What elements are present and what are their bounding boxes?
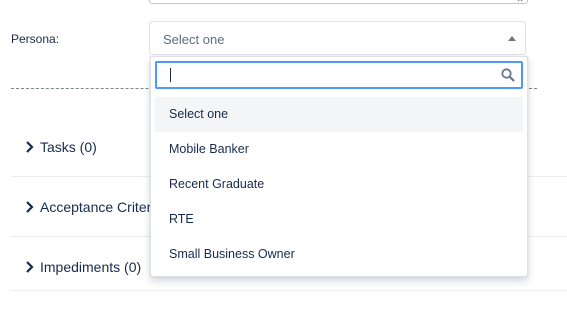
chevron-right-icon: [26, 261, 34, 273]
section-header[interactable]: Impediments (0): [24, 259, 141, 275]
search-icon[interactable]: [500, 67, 516, 83]
dropdown-option-recent-graduate[interactable]: Recent Graduate: [155, 167, 523, 202]
section-header[interactable]: Tasks (0): [24, 139, 97, 155]
dropdown-option-mobile-banker[interactable]: Mobile Banker: [155, 132, 523, 167]
persona-dropdown: Select one Mobile Banker Recent Graduate…: [150, 56, 528, 277]
dropdown-option-select-one[interactable]: Select one: [155, 97, 523, 132]
dropdown-option-rte[interactable]: RTE: [155, 202, 523, 237]
section-label: Tasks (0): [40, 139, 97, 155]
text-cursor: [170, 68, 171, 82]
section-label: Impediments (0): [40, 259, 142, 275]
dropdown-search-input[interactable]: [165, 64, 495, 86]
description-textarea[interactable]: [149, 0, 528, 4]
chevron-right-icon: [26, 201, 34, 213]
persona-select[interactable]: Select one: [149, 21, 526, 55]
resize-handle-icon[interactable]: [517, 0, 525, 2]
page: Persona: Select one Tasks (0) Acceptance…: [0, 0, 567, 322]
dropdown-search-field[interactable]: [155, 61, 523, 89]
persona-label: Persona:: [11, 32, 60, 46]
chevron-right-icon: [26, 141, 34, 153]
caret-up-icon: [508, 36, 516, 41]
dropdown-option-small-business-owner[interactable]: Small Business Owner: [155, 237, 523, 272]
persona-select-value: Select one: [163, 32, 225, 47]
